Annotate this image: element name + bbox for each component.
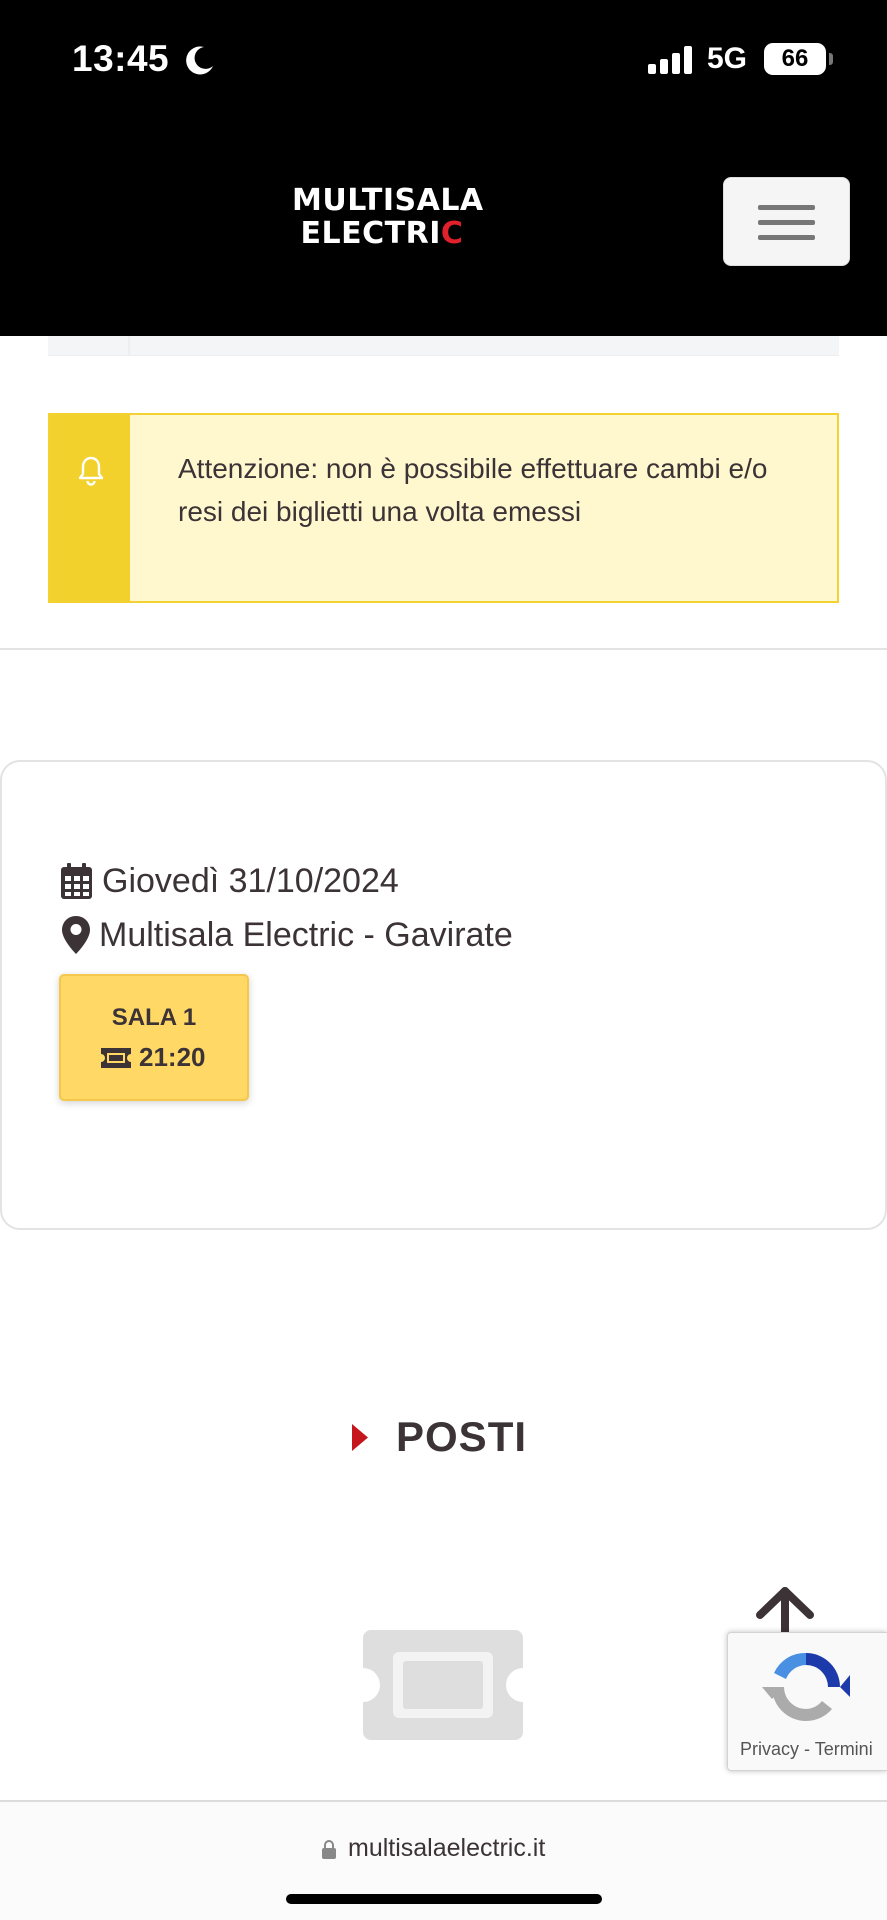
showtime-date: Giovedì 31/10/2024 xyxy=(102,862,399,900)
showtime-slot-button[interactable]: SALA 1 21:20 xyxy=(59,974,249,1101)
bell-icon xyxy=(78,456,104,486)
logo-line-2-main: ELECTRI xyxy=(300,216,441,251)
logo-line-2-accent: C xyxy=(440,216,464,251)
warning-alert: Attenzione: non è possibile effettuare c… xyxy=(48,413,839,603)
hamburger-line xyxy=(758,235,815,240)
page-url: multisalaelectric.it xyxy=(348,1834,546,1862)
map-pin-icon xyxy=(62,916,90,954)
section-divider xyxy=(0,648,887,650)
recaptcha-badge: Privacy - Termini xyxy=(727,1632,887,1771)
battery-level: 66 xyxy=(764,43,826,75)
recaptcha-privacy-link[interactable]: Privacy xyxy=(740,1739,799,1759)
top-bar: 13:45 5G 66 MULTISALA ELECTRIC xyxy=(0,0,887,336)
seats-section-title: POSTI xyxy=(396,1413,528,1460)
site-logo[interactable]: MULTISALA ELECTRIC xyxy=(292,183,484,250)
showtime-location: Multisala Electric - Gavirate xyxy=(99,916,513,954)
recaptcha-terms-link[interactable]: Termini xyxy=(815,1739,873,1759)
recaptcha-icon xyxy=(762,1652,850,1722)
showtime-time: 21:20 xyxy=(139,1042,206,1072)
network-type: 5G xyxy=(707,42,748,75)
logo-line-2: ELECTRIC xyxy=(292,217,472,250)
recaptcha-separator: - xyxy=(799,1739,815,1759)
caret-right-icon xyxy=(352,1424,368,1451)
home-indicator[interactable] xyxy=(286,1894,602,1904)
partial-form-divider xyxy=(128,336,130,356)
hamburger-line xyxy=(758,220,815,225)
alert-message: Attenzione: non è possibile effettuare c… xyxy=(178,453,768,527)
hamburger-menu-icon xyxy=(758,205,815,210)
partial-form-row xyxy=(48,336,839,356)
hamburger-menu-button[interactable] xyxy=(723,177,850,266)
logo-line-1: MULTISALA xyxy=(292,183,484,218)
lock-icon xyxy=(322,1840,336,1859)
alert-icon-bar xyxy=(50,415,130,601)
status-time: 13:45 xyxy=(72,38,170,79)
calendar-icon xyxy=(61,863,92,899)
recaptcha-links: Privacy - Termini xyxy=(740,1739,873,1760)
showtime-card: Giovedì 31/10/2024 Multisala Electric - … xyxy=(0,760,887,1230)
signal-icon xyxy=(648,46,692,74)
battery-cap xyxy=(829,53,833,65)
ticket-icon xyxy=(101,1048,131,1068)
screen-name: SALA 1 xyxy=(111,1004,197,1031)
browser-address-bar[interactable]: multisalaelectric.it xyxy=(0,1800,887,1920)
ticket-placeholder-icon xyxy=(363,1630,523,1740)
moon-icon xyxy=(186,46,213,75)
